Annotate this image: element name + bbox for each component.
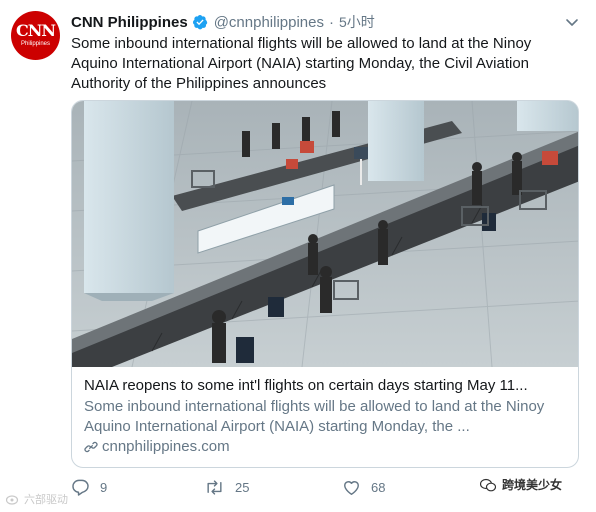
- account-handle[interactable]: @cnnphilippines: [214, 14, 324, 31]
- retweet-count: 25: [235, 480, 250, 495]
- watermark-right: 跨境美少女: [480, 476, 562, 493]
- separator-dot: ·: [328, 13, 334, 31]
- account-name[interactable]: CNN Philippines: [71, 14, 188, 31]
- airport-photo: [72, 101, 578, 367]
- verified-icon: [192, 15, 207, 30]
- card-body[interactable]: NAIA reopens to some int'l flights on ce…: [72, 367, 578, 467]
- link-card[interactable]: NAIA reopens to some int'l flights on ce…: [71, 100, 579, 468]
- tweet-header: CNN Philippines @cnnphilippines · 5小时: [71, 12, 375, 32]
- card-domain-text: cnnphilippines.com: [102, 438, 230, 455]
- avatar-logo: CNN: [16, 21, 56, 40]
- heart-icon: [344, 481, 359, 495]
- watermark-left: 六部驱动: [6, 491, 68, 507]
- card-image[interactable]: [72, 101, 578, 367]
- reply-icon: [72, 479, 89, 496]
- link-icon: [84, 441, 98, 453]
- tweet-text: Some inbound international flights will …: [71, 35, 532, 92]
- card-title[interactable]: NAIA reopens to some int'l flights on ce…: [84, 376, 568, 396]
- tweet[interactable]: CNN Philippines CNN Philippines @cnnphil…: [0, 0, 596, 512]
- watermark-left-text: 六部驱动: [24, 494, 68, 506]
- retweet-icon: [207, 480, 222, 495]
- card-description: Some inbound international flights will …: [84, 398, 545, 435]
- like-count: 68: [371, 480, 386, 495]
- reply-count: 9: [100, 480, 108, 495]
- watermark-right-text: 跨境美少女: [502, 478, 563, 492]
- retweet-button[interactable]: 25: [204, 478, 249, 497]
- chevron-down-icon[interactable]: [564, 14, 580, 30]
- card-domain[interactable]: cnnphilippines.com: [84, 437, 568, 457]
- tweet-time[interactable]: 5小时: [339, 12, 375, 32]
- reply-button[interactable]: 9: [71, 478, 107, 497]
- weibo-icon: [6, 495, 19, 505]
- like-button[interactable]: 68: [342, 478, 385, 497]
- avatar[interactable]: CNN Philippines: [11, 11, 60, 60]
- wechat-icon: [480, 478, 496, 491]
- avatar-sub: Philippines: [20, 41, 51, 47]
